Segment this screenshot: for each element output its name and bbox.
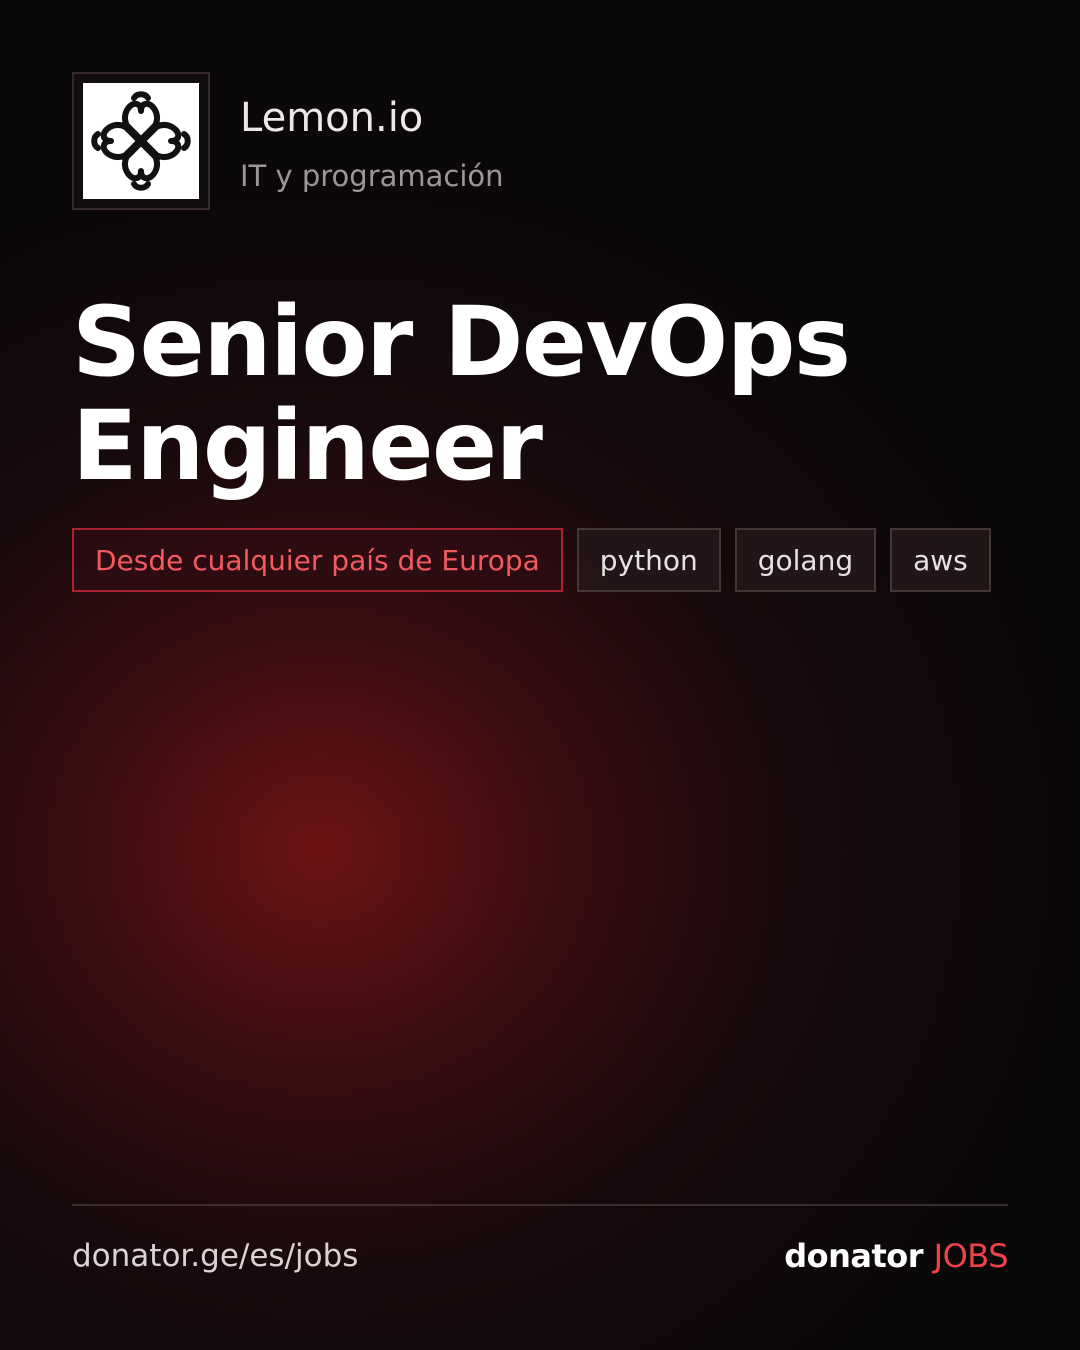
job-title: Senior DevOps Engineer [72, 286, 851, 502]
skill-tag-golang: golang [734, 528, 877, 592]
job-card: Lemon.io IT y programación Senior DevOps… [0, 0, 1080, 1350]
skill-tag-python: python [576, 528, 721, 592]
logo-background [83, 83, 199, 199]
brand-accent-text: JOBS [933, 1237, 1009, 1275]
skill-tag-aws: aws [890, 528, 991, 592]
footer-url-link[interactable]: donator.ge/es/jobs [72, 1236, 358, 1276]
brand-main-text: donator [784, 1237, 924, 1275]
company-name: Lemon.io [240, 95, 424, 141]
company-category: IT y programación [240, 159, 504, 193]
company-logo [72, 72, 210, 210]
brand-logo: donator JOBS [784, 1236, 1008, 1276]
footer-divider [72, 1204, 1008, 1206]
location-tag: Desde cualquier país de Europa [72, 528, 563, 592]
tag-list: Desde cualquier país de Europa python go… [72, 528, 991, 592]
lemon-io-logo-icon [91, 91, 191, 191]
